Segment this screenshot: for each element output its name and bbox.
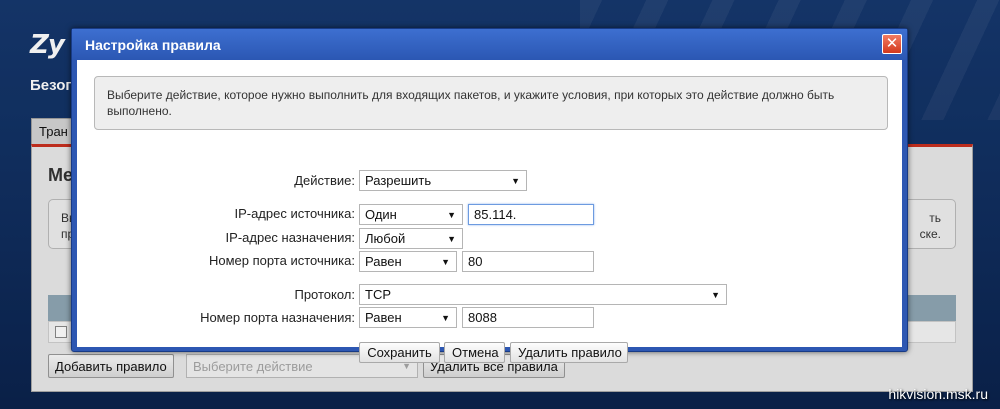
- dest-ip-label: IP-адрес назначения:: [225, 230, 355, 245]
- source-port-mode-value: Равен: [365, 254, 402, 269]
- source-port-label: Номер порта источника:: [208, 253, 355, 268]
- source-ip-input[interactable]: 85.114.: [468, 204, 594, 225]
- dest-port-mode-value: Равен: [365, 310, 402, 325]
- protocol-select[interactable]: TCP ▼: [359, 284, 727, 305]
- dest-port-mode-select[interactable]: Равен ▼: [359, 307, 457, 328]
- chevron-down-icon: ▼: [447, 234, 456, 244]
- source-ip-mode-select[interactable]: Один ▼: [359, 204, 463, 225]
- watermark: hikvision.msk.ru: [888, 386, 988, 402]
- chevron-down-icon: ▼: [711, 290, 720, 300]
- dialog-titlebar[interactable]: Настройка правила ✕: [72, 29, 907, 60]
- action-label: Действие:: [294, 173, 355, 188]
- dialog-body: Выберите действие, которое нужно выполни…: [77, 60, 902, 363]
- chevron-down-icon: ▼: [511, 176, 520, 186]
- dest-ip-mode-select[interactable]: Любой ▼: [359, 228, 463, 249]
- save-button[interactable]: Сохранить: [359, 342, 440, 363]
- chevron-down-icon: ▼: [447, 210, 456, 220]
- protocol-label: Протокол:: [294, 287, 355, 302]
- source-port-input[interactable]: 80: [462, 251, 594, 272]
- protocol-select-value: TCP: [365, 287, 391, 302]
- dest-port-label: Номер порта назначения:: [200, 310, 355, 325]
- delete-rule-button[interactable]: Удалить правило: [510, 342, 628, 363]
- close-icon[interactable]: ✕: [882, 34, 902, 54]
- action-select[interactable]: Разрешить ▼: [359, 170, 527, 191]
- chevron-down-icon: ▼: [441, 313, 450, 323]
- source-ip-label: IP-адрес источника:: [234, 206, 355, 221]
- action-select-value: Разрешить: [365, 173, 432, 188]
- dest-port-input[interactable]: 8088: [462, 307, 594, 328]
- cancel-button[interactable]: Отмена: [444, 342, 505, 363]
- source-ip-mode-value: Один: [365, 207, 397, 222]
- dest-ip-mode-value: Любой: [365, 231, 406, 246]
- dialog-hint: Выберите действие, которое нужно выполни…: [94, 76, 888, 130]
- source-port-mode-select[interactable]: Равен ▼: [359, 251, 457, 272]
- rule-settings-dialog: Настройка правила ✕ Выберите действие, к…: [71, 28, 908, 363]
- chevron-down-icon: ▼: [441, 257, 450, 267]
- dialog-title: Настройка правила: [85, 37, 221, 53]
